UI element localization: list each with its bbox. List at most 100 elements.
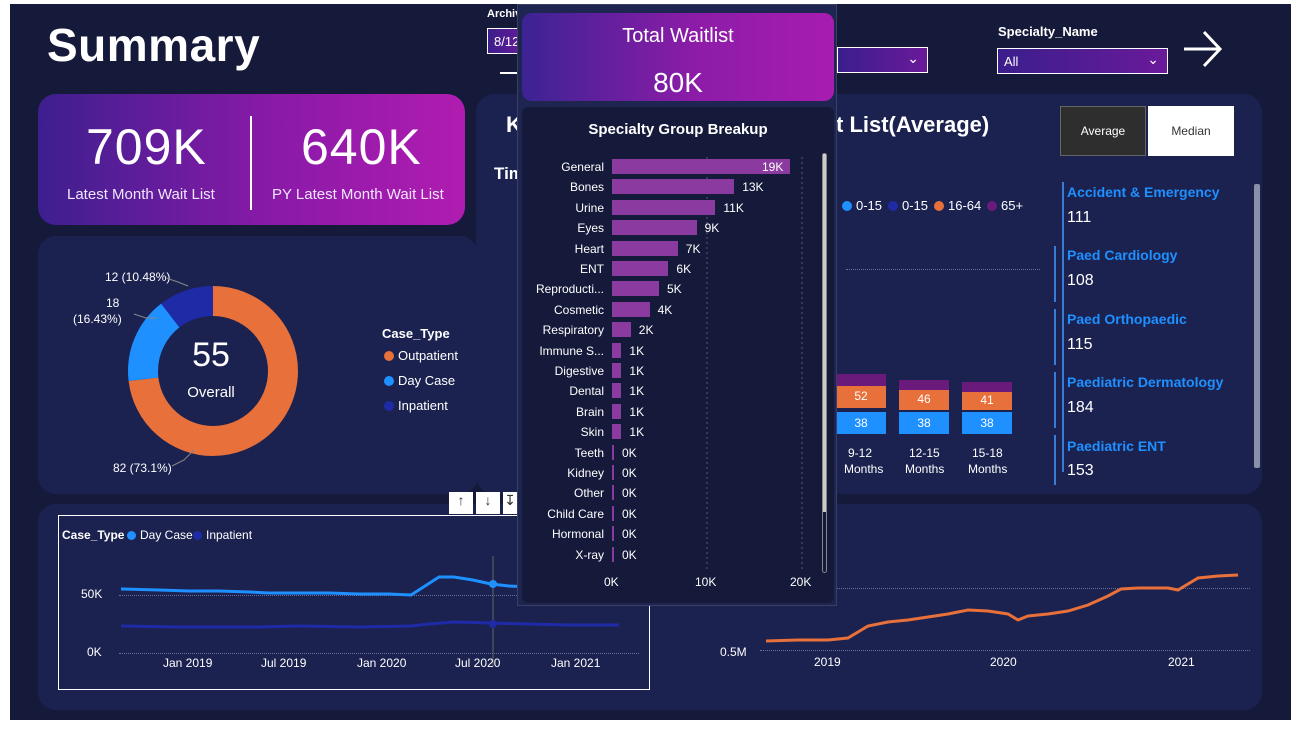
x-tick: Jan 2019 [163,656,213,670]
specialty-list-divider [1062,182,1064,472]
breakup-bar[interactable] [612,485,614,501]
date-slicer-dropdown[interactable]: ⌄ [837,47,928,73]
breakup-value-label: 11K [723,200,744,215]
breakup-bar-row[interactable]: Brain 1K [522,403,822,420]
breakup-bar[interactable] [612,322,631,338]
breakup-bar[interactable] [612,179,735,195]
specialty-slicer-value: All [1004,54,1019,69]
specialty-name[interactable]: Accident & Emergency [1067,184,1220,200]
breakup-bar-row[interactable]: Digestive 1K [522,363,822,379]
legend-inpatient[interactable]: Inpatient [384,398,448,413]
breakup-bar[interactable] [612,505,614,521]
breakup-bar[interactable] [612,281,659,297]
breakup-bar[interactable] [612,199,716,215]
age-legend-0-15-b[interactable]: 0-15 [888,198,928,213]
bar-9-12-65plus[interactable] [836,374,886,386]
breakup-bar-row[interactable]: Teeth 0K [522,444,822,461]
breakup-bar-row[interactable]: Cosmetic 4K [522,301,822,318]
breakup-bar-row[interactable]: Urine 11K [522,199,822,216]
breakup-bar-row[interactable]: Dental 1K [522,383,822,399]
specialty-name[interactable]: Paediatric ENT [1067,438,1166,454]
breakup-value-label: 0K [622,506,637,521]
bar-15-18-16-64[interactable]: 41 [962,392,1012,410]
legend-day-case[interactable]: Day Case [384,373,455,388]
breakup-bar[interactable] [612,546,614,562]
breakup-bar-row[interactable]: Eyes 9K [522,220,822,236]
breakup-bar-row[interactable]: Immune S... 1K [522,342,822,359]
drill-down-icon[interactable]: ↓ [476,492,500,514]
bar-12-15-0-15[interactable]: 38 [899,412,949,434]
tooltip-value: 80K [653,67,703,98]
tooltip-scrollbar[interactable] [822,153,827,573]
legend-inpatient-label: Inpatient [398,398,448,413]
x-label-15-18-unit: Months [968,462,1008,476]
tooltip-scroll-thumb[interactable] [823,154,826,512]
specialty-breakup-chart[interactable]: Specialty Group Breakup General 19K Bones 1… [522,107,834,603]
next-page-arrow-icon[interactable] [1180,26,1226,72]
breakup-category-label: Kidney [567,466,604,480]
median-toggle-button[interactable]: Median [1148,106,1234,156]
breakup-bar-row[interactable]: Bones 13K [522,179,822,195]
breakup-bar-row[interactable]: Hormonal 0K [522,526,822,542]
breakup-bar[interactable] [612,261,669,276]
legend-outpatient[interactable]: Outpatient [384,348,458,363]
tooltip-header: Total Waitlist 80K [522,13,834,101]
breakup-bar[interactable] [612,403,622,419]
bar-9-12-16-64[interactable]: 52 [836,386,886,408]
breakup-bar-row[interactable]: Kidney 0K [522,465,822,481]
breakup-bar-row[interactable]: Respiratory 2K [522,322,822,338]
bar-15-18-0-15[interactable]: 38 [962,412,1012,434]
breakup-category-label: Reproducti... [535,282,604,297]
slicer-underline [500,72,518,74]
bar-9-12-0-15[interactable]: 38 [836,412,886,434]
donut-legend-title: Case_Type [382,326,450,341]
age-legend-16-64[interactable]: 16-64 [934,198,981,213]
breakup-bar-row[interactable]: X-ray 0K [522,546,822,563]
tooltip-title: Total Waitlist [622,25,734,47]
bar-15-18-65plus[interactable] [962,382,1012,392]
breakup-bar-row[interactable]: Heart 7K [522,240,822,257]
breakup-bar[interactable] [612,465,614,480]
bar-12-15-65plus[interactable] [899,380,949,390]
breakup-value-label: 7K [685,241,701,256]
breakup-bar[interactable] [612,342,622,358]
breakup-bar-row[interactable]: General 19K [522,159,822,175]
kpi-card: 709K Latest Month Wait List 640K PY Late… [38,94,465,225]
breakup-value-label: 1K [629,364,645,378]
specialty-name[interactable]: Paed Cardiology [1067,247,1177,263]
breakup-bar-row[interactable]: ENT 6K [522,261,822,277]
specialty-name[interactable]: Paediatric Dermatology [1067,374,1223,390]
specialty-name[interactable]: Paed Orthopaedic [1067,311,1187,327]
list-scrollbar[interactable] [1254,184,1260,468]
breakup-category-label: ENT [580,262,604,276]
breakup-bar[interactable] [612,444,614,460]
breakup-bar[interactable] [612,383,622,399]
average-toggle-button[interactable]: Average [1060,106,1146,156]
age-legend-65-plus[interactable]: 65+ [987,198,1023,213]
expand-level-icon[interactable]: ↧ [503,492,517,514]
breakup-bar[interactable] [612,363,622,378]
legend-dot [987,200,997,211]
x-label-12-15: 12-15 [909,446,940,460]
breakup-bar[interactable] [612,424,622,440]
breakup-bar[interactable] [612,301,650,317]
age-legend-0-15-a[interactable]: 0-15 [842,198,882,213]
breakup-bar-row[interactable]: Other 0K [522,485,822,501]
breakup-bar-row[interactable]: Skin 1K [522,424,822,440]
breakup-bar[interactable] [612,240,678,256]
kpi-divider [250,116,252,210]
breakup-category-label: Brain [575,404,604,419]
breakup-bar[interactable] [612,220,697,236]
legend-outpatient-label: Outpatient [398,348,458,363]
specialty-slicer[interactable]: All ⌄ [997,48,1168,74]
breakup-bar-row[interactable]: Child Care 0K [522,505,822,522]
breakup-value-label: 1K [629,384,645,399]
breakup-bar-row[interactable]: Reproducti... 5K [522,281,822,297]
drill-up-icon[interactable]: ↑ [449,492,473,514]
breakup-bar[interactable] [612,526,614,542]
bar-12-15-16-64[interactable]: 46 [899,390,949,410]
x-label-12-15-unit: Months [905,462,945,476]
breakup-category-label: Cosmetic [553,302,604,317]
breakup-category-label: General [561,160,604,174]
age-legend-label: 0-15 [856,198,883,213]
